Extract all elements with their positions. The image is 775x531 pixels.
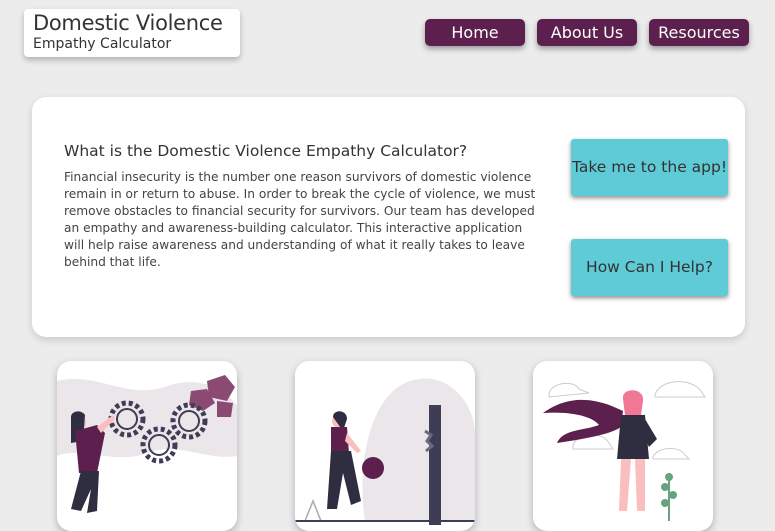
woman-ball-door-illustration-card[interactable] [295,361,475,531]
woman-gears-illustration [57,375,237,513]
intro-heading: What is the Domestic Violence Empathy Ca… [64,142,468,160]
intro-body: Financial insecurity is the number one r… [64,170,536,269]
nav-about-us-button[interactable]: About Us [537,19,637,46]
take-me-to-app-button[interactable]: Take me to the app! [571,139,728,196]
woman-ball-door-illustration [295,378,475,525]
superhero-woman-illustration [543,381,706,521]
logo-subtitle: Empathy Calculator [33,36,172,52]
superhero-woman-illustration-card[interactable] [533,361,713,531]
nav-home-button[interactable]: Home [425,19,525,46]
logo-title: Domestic Violence [33,11,223,35]
how-can-i-help-button[interactable]: How Can I Help? [571,239,728,296]
intro-card: What is the Domestic Violence Empathy Ca… [32,97,745,337]
nav-resources-button[interactable]: Resources [649,19,749,46]
woman-gears-illustration-card[interactable] [57,361,237,531]
site-logo[interactable]: Domestic Violence Empathy Calculator [24,9,240,57]
